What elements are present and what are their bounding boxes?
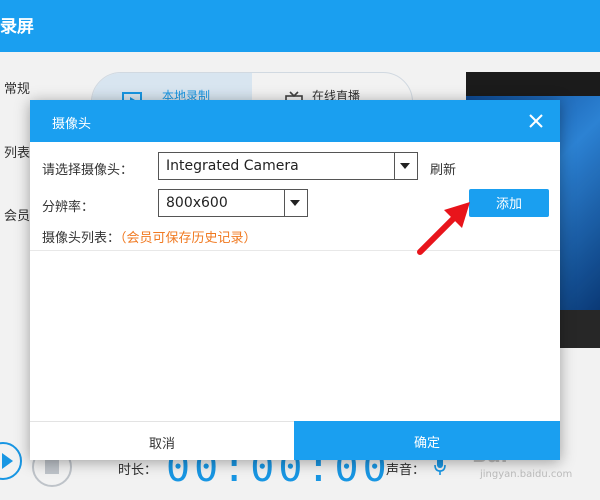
resolution-select[interactable]: 800x600 — [158, 189, 308, 217]
add-camera-button-label: 添加 — [495, 196, 522, 211]
close-icon[interactable] — [526, 111, 546, 131]
resolution-label: 分辨率： — [42, 200, 95, 215]
refresh-link[interactable]: 刷新 — [430, 159, 456, 178]
dialog-footer: 取消 确定 — [30, 421, 560, 460]
dialog-header: 摄像头 — [30, 100, 560, 142]
camera-select-label: 请选择摄像头： — [42, 163, 134, 178]
add-camera-button[interactable]: 添加 — [469, 189, 549, 217]
list-divider — [30, 250, 560, 251]
app-title-bar: 录屏 — [0, 0, 600, 52]
chevron-down-icon[interactable] — [394, 153, 417, 179]
camera-list-label: 摄像头列表：（会员可保存历史记录） — [42, 227, 257, 246]
cancel-button[interactable]: 取消 — [30, 421, 294, 460]
cancel-button-label: 取消 — [148, 437, 175, 452]
dialog-title: 摄像头 — [52, 117, 92, 132]
camera-select-value: Integrated Camera — [166, 158, 299, 174]
camera-list-title: 摄像头列表： — [42, 231, 121, 246]
app-title: 录屏 — [0, 17, 34, 37]
camera-select[interactable]: Integrated Camera — [158, 152, 418, 180]
annotation-arrow-icon — [417, 202, 470, 255]
camera-dialog: 摄像头 请选择摄像头： Integrated Camera 刷新 分辨率： 80… — [30, 100, 560, 460]
chevron-down-icon[interactable] — [284, 190, 307, 216]
resolution-select-value: 800x600 — [166, 195, 228, 211]
confirm-button[interactable]: 确定 — [294, 421, 560, 460]
confirm-button-label: 确定 — [413, 436, 440, 451]
member-history-hint: （会员可保存历史记录） — [120, 231, 257, 246]
